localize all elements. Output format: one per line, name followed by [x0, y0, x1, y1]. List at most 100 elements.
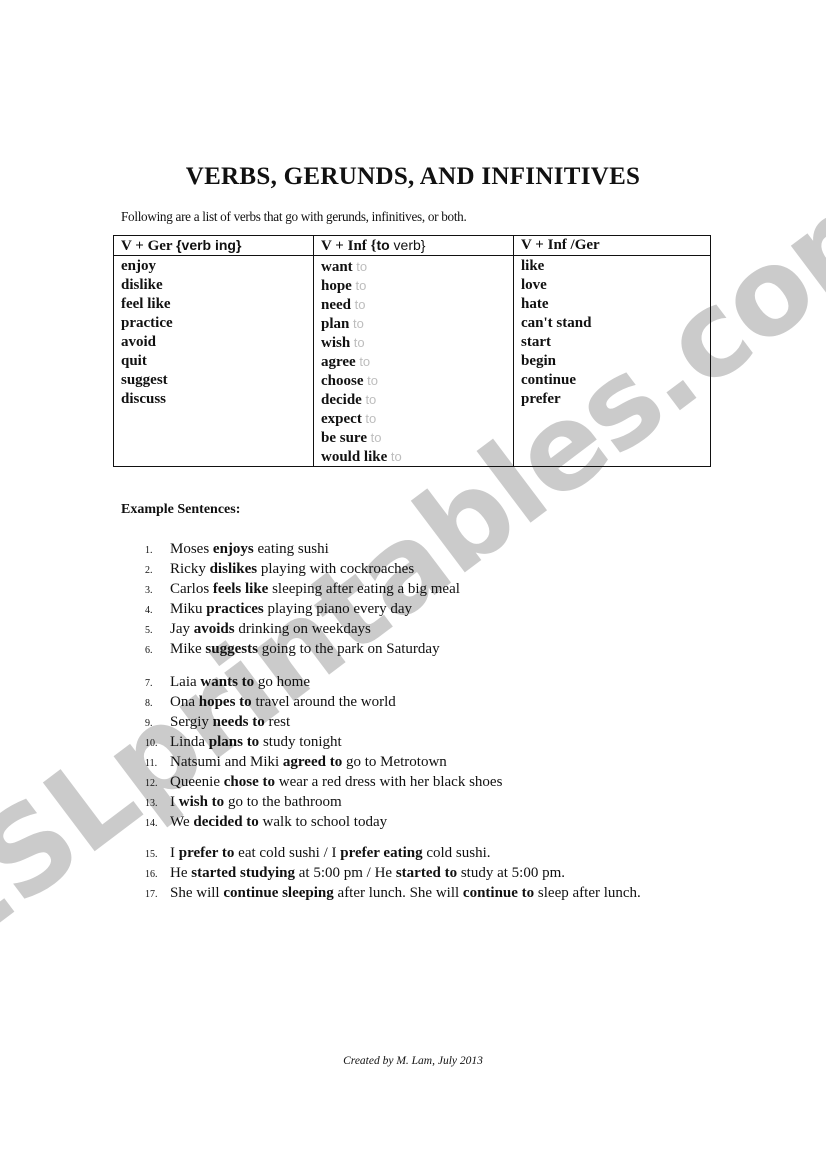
example-text: Linda plans to study tonight — [170, 733, 705, 753]
sentence-fragment: Sergiy — [170, 714, 213, 730]
verb-item: like — [521, 258, 545, 274]
example-text: Jay avoids drinking on weekdays — [170, 620, 705, 640]
example-sentence: 2. Ricky dislikes playing with cockroache… — [145, 560, 705, 580]
highlighted-verb: chose to — [223, 774, 275, 790]
verb-item: feel like — [121, 296, 171, 312]
example-number: 10. — [145, 738, 158, 749]
to-suffix: to — [351, 278, 367, 293]
example-sentence: 1. Moses enjoys eating sushi — [145, 540, 705, 560]
example-sentence: 12. Queenie chose to wear a red dress wit… — [145, 773, 705, 793]
to-suffix: to — [351, 297, 366, 312]
verb-item: plan to — [321, 316, 364, 332]
example-number: 6. — [145, 645, 153, 656]
examples-group-both: 15. I prefer to eat cold sushi / I prefer… — [145, 844, 705, 904]
verb-item: would like to — [321, 449, 402, 465]
sentence-fragment: study tonight — [259, 734, 342, 750]
example-sentence: 3. Carlos feels like sleeping after eatin… — [145, 580, 705, 600]
example-text: I wish to go to the bathroom — [170, 793, 705, 813]
sentence-fragment: Moses — [170, 541, 213, 557]
highlighted-verb: wants to — [200, 674, 255, 690]
highlighted-verb: agreed to — [282, 754, 343, 770]
verb-item: enjoy — [121, 258, 156, 274]
example-text: Miku practices playing piano every day — [170, 600, 705, 620]
sentence-fragment: playing piano every day — [263, 601, 413, 617]
highlighted-verb: practices — [206, 601, 264, 617]
verb-item: can't stand — [521, 315, 592, 331]
to-suffix: to — [350, 335, 365, 350]
highlighted-verb: avoids — [193, 621, 235, 637]
highlighted-verb: started studying — [191, 865, 296, 881]
sentence-fragment: study at 5:00 pm. — [457, 865, 565, 881]
sentence-fragment: She will — [170, 885, 224, 901]
verb-item: decide to — [321, 392, 377, 408]
example-number: 1. — [145, 545, 153, 556]
sentence-fragment: Linda — [170, 734, 209, 750]
example-sentence: 16. He started studying at 5:00 pm / He s… — [145, 864, 705, 884]
example-number: 11. — [145, 758, 158, 769]
sentence-fragment: sleep after lunch. — [534, 885, 641, 901]
example-sentence: 6. Mike suggests going to the park on Sat… — [145, 640, 705, 660]
example-number: 15. — [145, 849, 158, 860]
highlighted-verb: prefer to — [178, 845, 235, 861]
example-sentence: 17. She will continue sleeping after lunc… — [145, 884, 705, 904]
verb-item: suggest — [121, 372, 168, 388]
sentence-fragment: Jay — [170, 621, 194, 637]
highlighted-verb: decided to — [193, 814, 259, 830]
verb-item: want to — [321, 259, 368, 275]
example-sentence: 5. Jay avoids drinking on weekdays — [145, 620, 705, 640]
example-text: I prefer to eat cold sushi / I prefer ea… — [170, 844, 705, 864]
example-number: 5. — [145, 625, 153, 636]
verb-item: need to — [321, 297, 366, 313]
sentence-fragment: Ona — [170, 694, 199, 710]
highlighted-verb: wish to — [178, 794, 225, 810]
verb-item: be sure to — [321, 430, 382, 446]
header-infinitive-label: V + Inf { — [321, 238, 377, 254]
header-gerund: V + Ger {verb ing} — [113, 235, 314, 256]
highlighted-verb: enjoys — [212, 541, 254, 557]
footer-credit: Created by M. Lam, July 2013 — [343, 1055, 483, 1067]
header-infinitive-to: to — [376, 237, 390, 253]
examples-heading: Example Sentences: — [121, 502, 241, 517]
verb-item: dislike — [121, 277, 163, 293]
header-both: V + Inf /Ger — [513, 235, 711, 256]
highlighted-verb: needs to — [212, 714, 265, 730]
sentence-fragment: cold sushi. — [422, 845, 491, 861]
sentence-fragment: Laia — [170, 674, 201, 690]
page-title: VERBS, GERUNDS, AND INFINITIVES — [185, 162, 641, 190]
sentence-fragment: go home — [254, 674, 310, 690]
sentence-fragment: I — [170, 845, 179, 861]
example-number: 4. — [145, 605, 153, 616]
verb-item: avoid — [121, 334, 157, 350]
verb-item: agree to — [321, 354, 371, 370]
example-text: He started studying at 5:00 pm / He star… — [170, 864, 705, 884]
sentence-fragment: after lunch. She will — [333, 885, 463, 901]
verb-item: quit — [121, 353, 147, 369]
example-text: We decided to walk to school today — [170, 813, 705, 833]
sentence-fragment: Carlos — [170, 581, 213, 597]
sentence-fragment: going to the park on Saturday — [257, 641, 440, 657]
sentence-fragment: Miku — [170, 601, 207, 617]
verb-item: prefer — [521, 391, 561, 407]
example-number: 13. — [145, 798, 158, 809]
both-verbs-cell: like love hate can't stand start begin continu… — [513, 255, 711, 467]
example-number: 2. — [145, 565, 153, 576]
highlighted-verb: feels like — [212, 581, 269, 597]
sentence-fragment: walk to school today — [258, 814, 388, 830]
sentence-fragment: wear a red dress with her black shoes — [274, 774, 503, 790]
highlighted-verb: started to — [395, 865, 458, 881]
sentence-fragment: playing with cockroaches — [257, 561, 415, 577]
verb-item: practice — [121, 315, 173, 331]
highlighted-verb: plans to — [208, 734, 260, 750]
example-text: Ricky dislikes playing with cockroaches — [170, 560, 705, 580]
example-sentence: 4. Miku practices playing piano every day — [145, 600, 705, 620]
verb-item: expect to — [321, 411, 377, 427]
example-text: Moses enjoys eating sushi — [170, 540, 705, 560]
verb-item: love — [521, 277, 547, 293]
example-number: 17. — [145, 889, 158, 900]
sentence-fragment: Ricky — [170, 561, 210, 577]
verb-item: hate — [521, 296, 549, 312]
verb-item: wish to — [321, 335, 365, 351]
sentence-fragment: We — [170, 814, 194, 830]
sentence-fragment: at 5:00 pm / He — [295, 865, 396, 881]
highlighted-verb: continue to — [462, 885, 535, 901]
